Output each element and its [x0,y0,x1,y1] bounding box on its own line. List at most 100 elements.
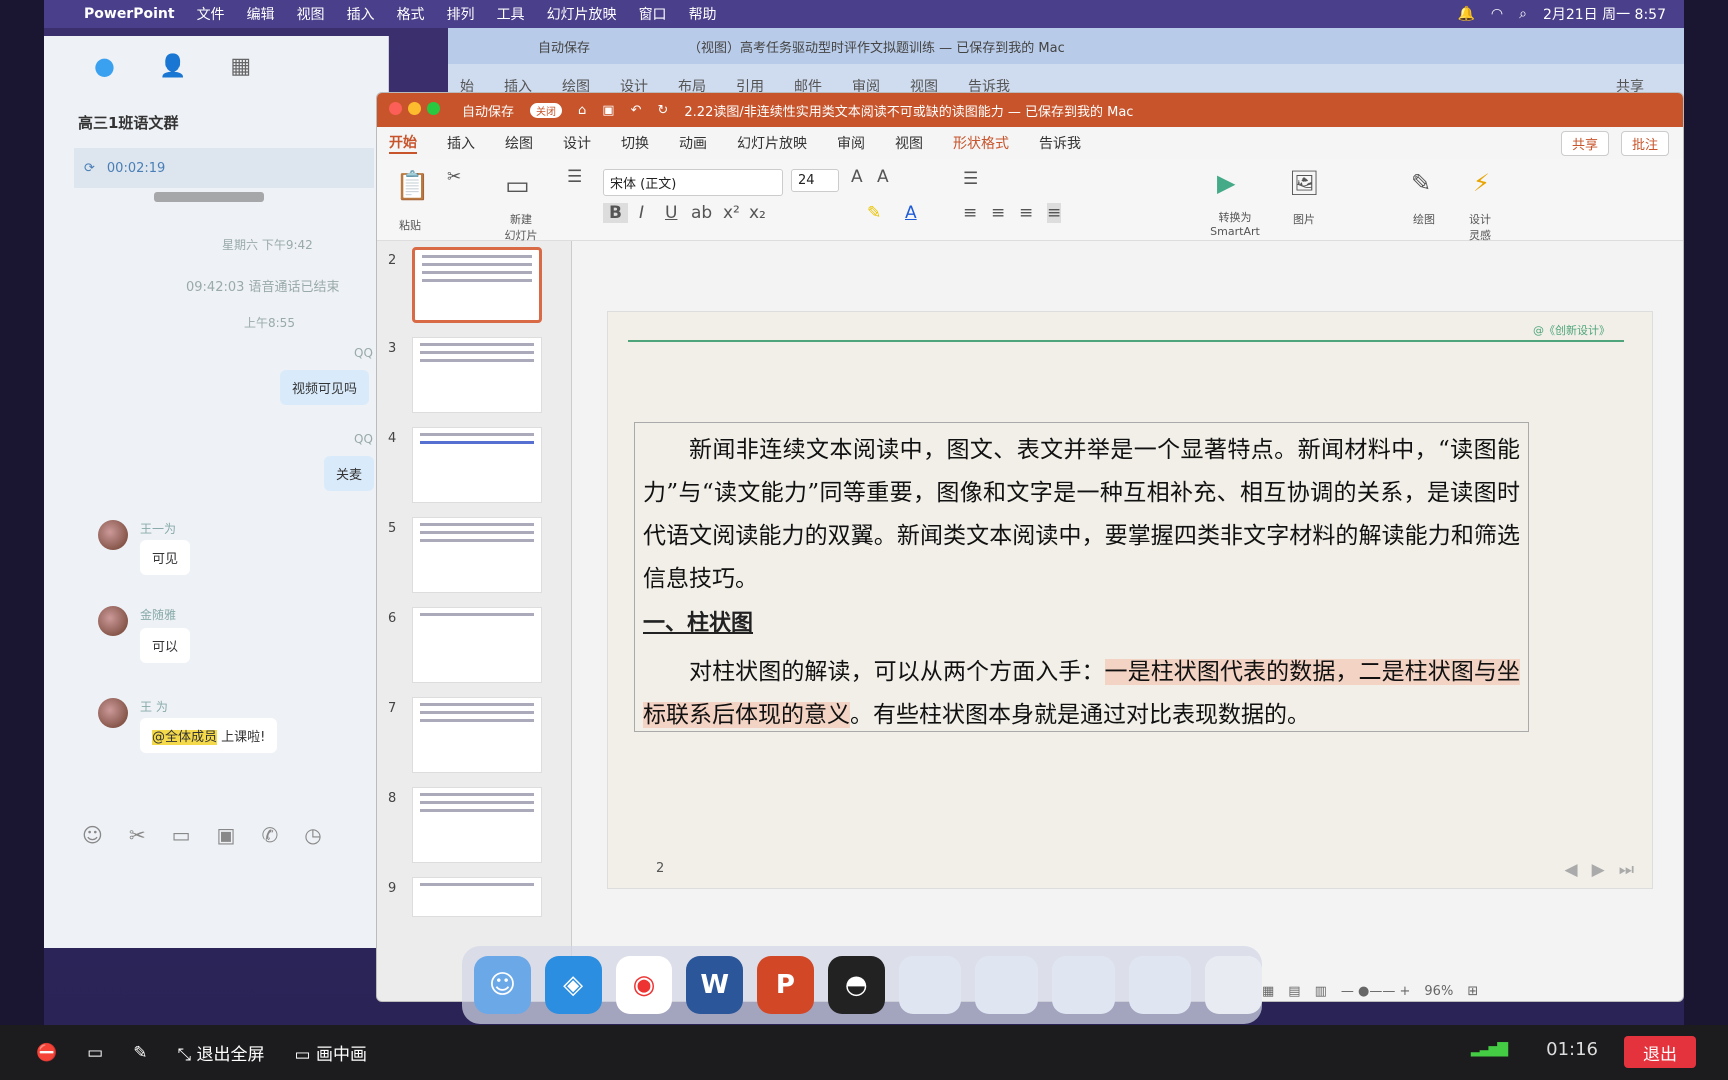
slide-thumbnail[interactable] [412,697,542,773]
redo-icon[interactable]: ↻ [657,103,668,118]
prev-icon[interactable]: ◀ [1565,860,1578,880]
window-preview-icon[interactable] [1051,956,1115,1014]
safari-icon[interactable]: ◈ [544,956,602,1014]
app-menu[interactable]: PowerPoint [84,6,175,22]
reading-view-icon[interactable]: ▥ [1315,984,1327,999]
tab-view[interactable]: 视图 [895,133,923,153]
exit-button[interactable]: 退出 [1624,1036,1696,1068]
underline-icon[interactable]: U [665,203,677,223]
chrome-icon[interactable]: ◉ [615,956,673,1014]
avatar[interactable] [98,698,128,728]
italic-icon[interactable]: I [639,203,644,223]
slide-thumbnail[interactable] [412,427,542,503]
tab-home[interactable]: 开始 [389,132,417,154]
finder-icon[interactable]: ☺ [474,956,531,1014]
minimize-icon[interactable] [408,101,421,115]
menu-help[interactable]: 帮助 [689,4,717,24]
back-autosave[interactable]: 自动保存 [538,37,590,56]
contacts-icon[interactable]: 👤 [159,54,186,79]
annotate-icon[interactable]: ✎ [133,1043,147,1063]
menu-insert[interactable]: 插入 [347,4,375,24]
superscript-icon[interactable]: x² [723,203,740,223]
apps-icon[interactable]: ▦ [230,54,251,79]
autosave-toggle[interactable]: 关闭 [530,102,563,118]
menu-tools[interactable]: 工具 [497,4,525,24]
my-message[interactable]: 关麦 [324,456,375,491]
tell-me[interactable]: 告诉我 [1039,133,1081,153]
layout-icon[interactable]: ☰ [567,167,582,187]
zoom-slider[interactable]: — ●—— + [1341,984,1411,999]
slide-thumbnail[interactable] [412,247,542,323]
tab-design[interactable]: 设计 [563,133,591,153]
tab-review[interactable]: 审阅 [837,133,865,153]
pip-button[interactable]: ▭ 画中画 [295,1040,367,1065]
menu-window[interactable]: 窗口 [639,4,667,24]
slide-thumbnail[interactable] [412,337,542,413]
undo-icon[interactable]: ↶ [631,103,642,118]
window-preview-icon[interactable] [898,956,962,1014]
bell-icon[interactable]: 🔔 [1457,6,1474,22]
trash-icon[interactable] [1205,956,1262,1014]
menu-slideshow[interactable]: 幻灯片放映 [547,4,617,24]
picture-icon[interactable]: 🖼 [1289,169,1319,197]
slide-thumbnail[interactable] [412,517,542,593]
align-right-icon[interactable]: ≡ [1019,203,1033,223]
tab-shape-format[interactable]: 形状格式 [953,133,1009,153]
message[interactable]: @全体成员 上课啦! [140,718,278,753]
qq-icon[interactable]: ◓ [827,956,885,1014]
phone-icon[interactable]: ✆ [261,823,278,847]
font-size-select[interactable]: 24 [791,169,839,192]
share-button[interactable]: 共享 [1560,130,1609,156]
font-family-select[interactable]: 宋体 (正文) [603,169,783,196]
exit-fullscreen-button[interactable]: ⤡ 退出全屏 [177,1040,264,1065]
font-color-icon[interactable]: A [905,203,917,223]
bullets-icon[interactable]: ☰ [963,169,978,189]
home-icon[interactable]: ⌂ [578,103,586,118]
save-icon[interactable]: ▣ [602,103,614,118]
grow-font-icon[interactable]: A [851,167,863,187]
menubar-clock[interactable]: 2月21日 周一 8:57 [1543,4,1666,24]
powerpoint-icon[interactable]: P [757,956,814,1014]
normal-view-icon[interactable]: ▦ [1262,984,1274,999]
draw-icon[interactable]: ✎ [1411,169,1431,197]
tab-insert[interactable]: 插入 [447,133,475,153]
next-icon[interactable]: ▶ [1592,860,1605,880]
call-banner[interactable]: ⟳ 00:02:19 [74,148,374,188]
justify-icon[interactable]: ≡ [1047,203,1062,223]
folder-icon[interactable]: ▭ [172,823,191,847]
bold-icon[interactable]: B [603,203,628,223]
slide-thumbnail[interactable] [412,787,542,863]
avatar[interactable] [98,520,128,550]
close-icon[interactable] [389,101,402,115]
screen-share-icon[interactable]: ▭ [87,1043,103,1063]
my-message[interactable]: 视频可见吗 [280,370,370,405]
menu-view[interactable]: 视图 [297,4,325,24]
zoom-icon[interactable] [427,101,440,115]
paste-icon[interactable]: 📋 [395,169,430,202]
highlight-icon[interactable]: ✎ [867,203,881,223]
camera-off-icon[interactable]: ⛔ [36,1043,57,1063]
menu-format[interactable]: 格式 [397,4,425,24]
zoom-level[interactable]: 96% [1424,984,1453,999]
sorter-view-icon[interactable]: ▤ [1288,984,1300,999]
smartart-icon[interactable]: ▶ [1217,169,1235,197]
last-icon[interactable]: ⏭ [1619,860,1634,880]
tab-slideshow[interactable]: 幻灯片放映 [737,133,807,153]
tab-draw[interactable]: 绘图 [505,133,533,153]
shrink-font-icon[interactable]: A [877,167,889,187]
message[interactable]: 可以 [140,628,191,663]
tab-animations[interactable]: 动画 [679,133,707,153]
align-center-icon[interactable]: ≡ [991,203,1005,223]
word-icon[interactable]: W [686,956,744,1014]
menu-arrange[interactable]: 排列 [447,4,475,24]
new-slide-icon[interactable]: ▭ [505,171,530,201]
window-preview-icon[interactable] [1128,956,1192,1014]
menu-file[interactable]: 文件 [197,4,225,24]
scissors-icon[interactable]: ✂ [129,823,146,847]
menu-edit[interactable]: 编辑 [247,4,275,24]
message[interactable]: 可见 [140,540,191,575]
chat-icon[interactable]: ● [94,52,115,80]
cut-icon[interactable]: ✂ [447,167,461,187]
window-preview-icon[interactable] [975,956,1038,1014]
search-icon[interactable]: ⌕ [1519,6,1527,22]
